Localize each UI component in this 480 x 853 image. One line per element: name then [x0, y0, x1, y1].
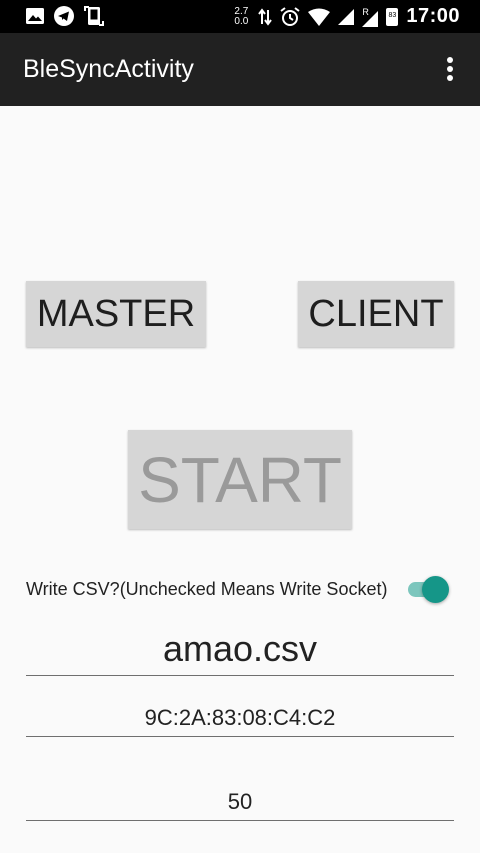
- switch-thumb: [422, 576, 449, 603]
- signal-roaming: R: [362, 6, 379, 28]
- network-speed: 2.7 0.0: [232, 5, 250, 27]
- toolbar-title: BleSyncActivity: [23, 55, 194, 83]
- mac-address-input[interactable]: [26, 703, 454, 733]
- mac-address-underline: [26, 736, 454, 737]
- wifi-icon: [308, 8, 331, 26]
- write-csv-switch[interactable]: [406, 575, 450, 603]
- screenshot-icon: [84, 6, 104, 26]
- system-status-icons: 2.7 0.0 R 83 17:00: [232, 0, 460, 33]
- app-toolbar: BleSyncActivity: [0, 33, 480, 106]
- more-vert-icon[interactable]: [440, 57, 460, 83]
- image-icon: [26, 8, 44, 24]
- network-speed-up: 2.7: [234, 5, 249, 17]
- number-input[interactable]: [26, 787, 454, 817]
- start-button[interactable]: START: [128, 430, 352, 529]
- status-clock: 17:00: [406, 5, 460, 27]
- write-csv-label: Write CSV?(Unchecked Means Write Socket): [26, 579, 388, 599]
- signal-icon: [338, 8, 355, 25]
- filename-input[interactable]: [26, 625, 454, 673]
- battery: 83: [386, 7, 399, 27]
- telegram-icon: [54, 6, 74, 26]
- network-speed-down: 0.0: [234, 15, 249, 27]
- notification-icons: [26, 6, 104, 26]
- data-arrows-icon: [258, 7, 273, 26]
- client-button[interactable]: CLIENT: [298, 281, 454, 347]
- status-bar: 2.7 0.0 R 83 17:00: [0, 0, 480, 33]
- battery-level: 83: [388, 11, 397, 19]
- filename-underline: [26, 675, 454, 676]
- master-button[interactable]: MASTER: [26, 281, 206, 347]
- alarm-icon: [280, 6, 300, 26]
- number-underline: [26, 820, 454, 821]
- signal-roaming-icon: [362, 10, 379, 27]
